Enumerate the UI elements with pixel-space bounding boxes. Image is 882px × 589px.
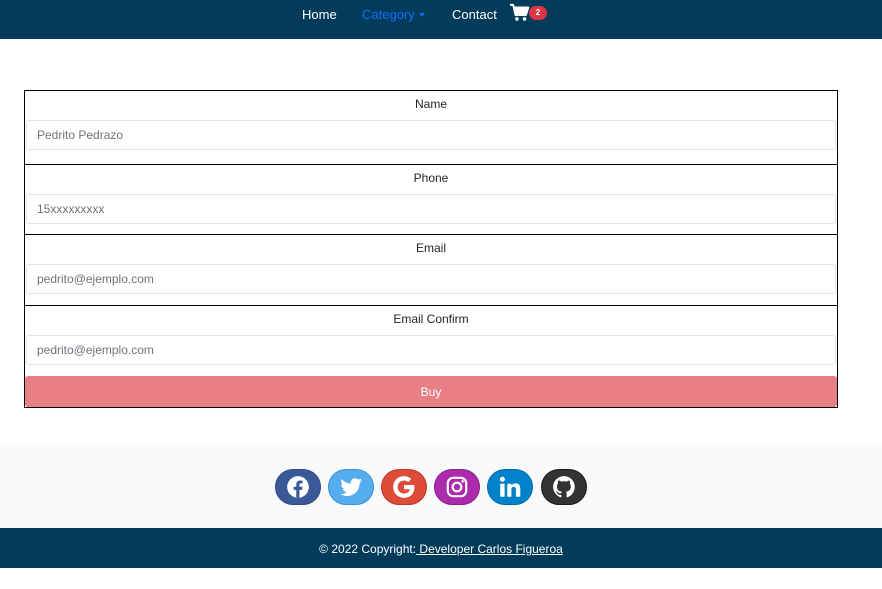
copyright-prefix: © 2022 Copyright: — [319, 542, 417, 556]
social-links-bar — [0, 447, 882, 528]
buy-button[interactable]: Buy — [25, 376, 837, 407]
phone-label: Phone — [413, 171, 449, 185]
developer-link[interactable]: Developer Carlos Figueroa — [416, 542, 562, 556]
caret-down-icon — [418, 13, 425, 17]
twitter-icon[interactable] — [328, 469, 374, 505]
instagram-icon[interactable] — [434, 469, 480, 505]
cart-icon[interactable] — [509, 3, 531, 23]
cart-count-badge: 2 — [529, 6, 547, 20]
name-group: Name — [25, 91, 837, 162]
email-group: Email — [25, 234, 837, 306]
phone-group: Phone — [25, 164, 837, 236]
github-icon[interactable] — [541, 469, 587, 505]
nav-category-label: Category — [362, 7, 415, 22]
name-input[interactable] — [26, 120, 836, 150]
email-confirm-label: Email Confirm — [393, 312, 469, 326]
linkedin-icon[interactable] — [487, 469, 533, 505]
top-navbar: Home Category Contact 2 — [0, 0, 882, 39]
nav-contact-link[interactable]: Contact — [452, 7, 497, 22]
name-label: Name — [414, 97, 447, 111]
facebook-icon[interactable] — [275, 469, 321, 505]
email-confirm-input[interactable] — [26, 335, 836, 365]
email-input[interactable] — [26, 264, 836, 294]
nav-home-link[interactable]: Home — [302, 7, 337, 22]
checkout-form: Name Phone Email Email Confirm Buy — [24, 90, 838, 408]
email-confirm-group: Email Confirm — [25, 305, 837, 377]
copyright-text: © 2022 Copyright: Developer Carlos Figue… — [0, 542, 882, 556]
google-icon[interactable] — [381, 469, 427, 505]
nav-category-dropdown[interactable]: Category — [362, 7, 425, 22]
email-label: Email — [415, 241, 446, 255]
phone-input[interactable] — [26, 194, 836, 224]
footer: © 2022 Copyright: Developer Carlos Figue… — [0, 528, 882, 568]
